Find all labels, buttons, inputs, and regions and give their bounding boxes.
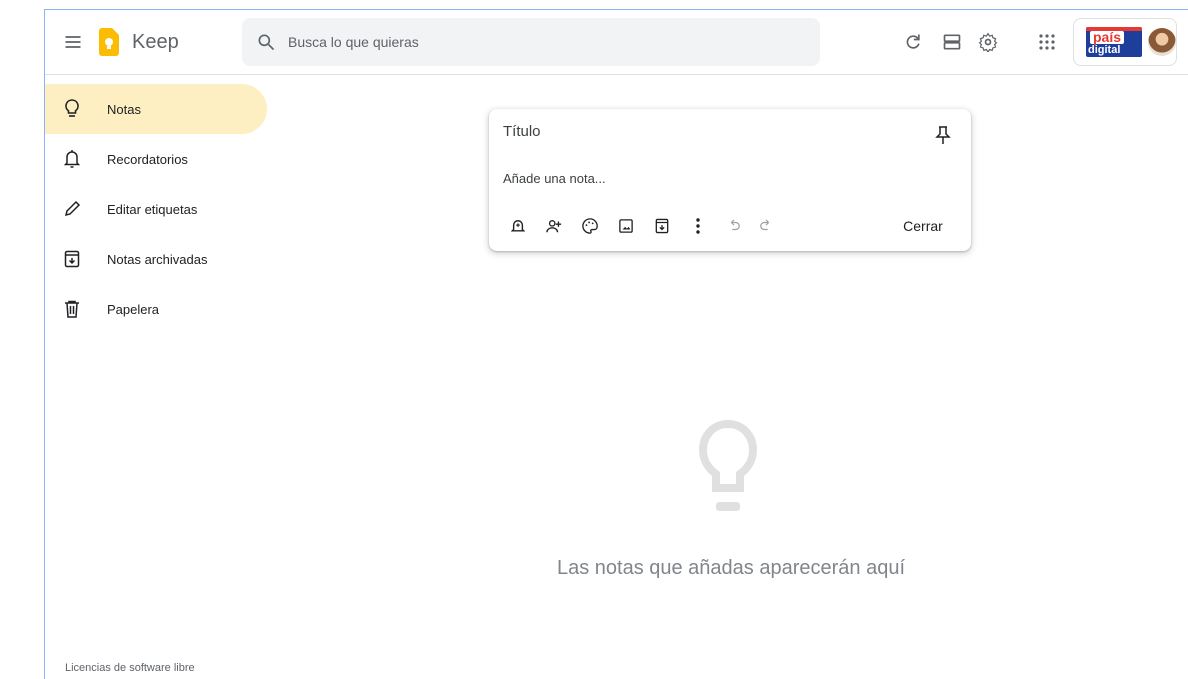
archive-note-icon[interactable]: [649, 213, 675, 239]
sidebar-item-label: Notas: [107, 101, 141, 117]
sidebar-item-editar-etiquetas[interactable]: Editar etiquetas: [45, 184, 267, 234]
note-title-field[interactable]: Título: [503, 123, 541, 140]
note-body-field[interactable]: Añade una nota...: [503, 171, 606, 186]
more-icon[interactable]: [685, 213, 711, 239]
pencil-icon: [61, 198, 83, 220]
avatar[interactable]: [1148, 28, 1176, 56]
list-view-icon[interactable]: [940, 30, 964, 54]
remind-icon[interactable]: [505, 213, 531, 239]
sidebar-item-label: Papelera: [107, 301, 160, 317]
search-icon[interactable]: [256, 32, 276, 52]
close-button[interactable]: Cerrar: [891, 213, 955, 239]
keep-app: Keep país digital: [44, 9, 1188, 679]
archive-icon: [61, 248, 83, 270]
sidebar: Notas Recordatorios Editar etiquetas Not…: [45, 84, 325, 334]
note-editor: Título Añade una nota... Cerrar: [489, 109, 971, 251]
account-switcher[interactable]: país digital: [1073, 18, 1177, 66]
redo-icon[interactable]: [753, 213, 779, 239]
sidebar-item-notas[interactable]: Notas: [45, 84, 267, 134]
open-source-licenses-link[interactable]: Licencias de software libre: [65, 662, 195, 674]
app-name[interactable]: Keep: [132, 30, 179, 54]
collaborator-icon[interactable]: [541, 213, 567, 239]
trash-icon: [61, 298, 83, 320]
sidebar-item-papelera[interactable]: Papelera: [45, 284, 267, 334]
sidebar-item-notas-archivadas[interactable]: Notas archivadas: [45, 234, 267, 284]
sidebar-item-label: Notas archivadas: [107, 251, 208, 267]
pin-icon[interactable]: [931, 123, 955, 147]
keep-logo[interactable]: [99, 27, 119, 57]
sidebar-item-recordatorios[interactable]: Recordatorios: [45, 134, 267, 184]
image-icon[interactable]: [613, 213, 639, 239]
sidebar-item-label: Recordatorios: [107, 151, 188, 167]
refresh-icon[interactable]: [901, 30, 925, 54]
top-bar: Keep país digital: [45, 10, 1188, 75]
empty-state-message: Las notas que añadas aparecerán aquí: [556, 557, 906, 579]
palette-icon[interactable]: [577, 213, 603, 239]
settings-icon[interactable]: [976, 30, 1000, 54]
lightbulb-icon: [61, 98, 83, 120]
sidebar-item-label: Editar etiquetas: [107, 201, 198, 217]
search-input[interactable]: [288, 34, 788, 50]
apps-grid-icon[interactable]: [1035, 30, 1059, 54]
menu-icon: [65, 36, 81, 48]
empty-lightbulb-icon: [697, 419, 759, 530]
search-bar[interactable]: [242, 18, 820, 66]
organization-logo: país digital: [1086, 27, 1142, 57]
bell-icon: [61, 148, 83, 170]
undo-icon[interactable]: [721, 213, 747, 239]
main-menu-button[interactable]: [59, 28, 87, 56]
